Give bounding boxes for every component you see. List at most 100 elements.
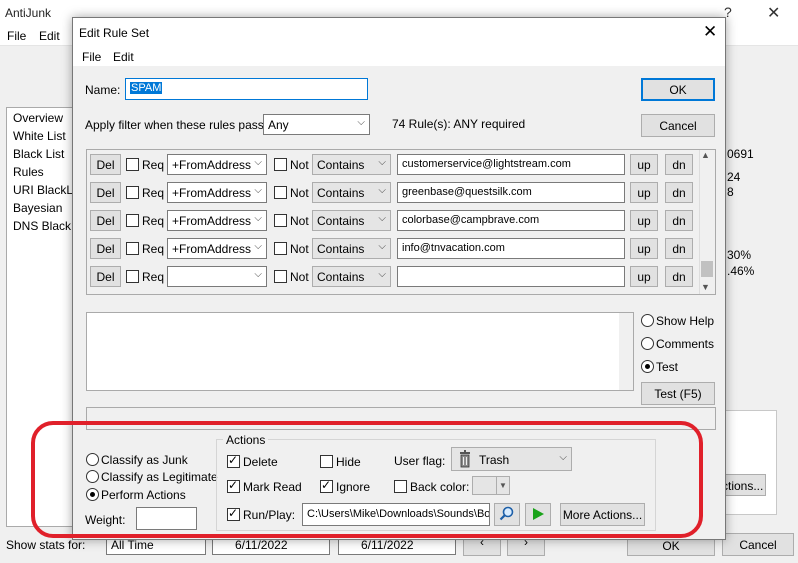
rule-operator-select[interactable]: Contains ⌵: [312, 238, 391, 259]
rule-not-label: Not: [290, 186, 309, 200]
rule-not-checkbox[interactable]: [274, 186, 287, 199]
comments-radio[interactable]: [641, 337, 654, 350]
test-radio[interactable]: [641, 360, 654, 373]
chevron-down-icon: ⌵: [254, 269, 262, 280]
dialog-menu-file[interactable]: File: [82, 50, 101, 64]
rule-operator-select[interactable]: Contains ⌵: [312, 182, 391, 203]
rule-required-checkbox[interactable]: [126, 186, 139, 199]
rule-not-label: Not: [290, 242, 309, 256]
rule-down-button[interactable]: dn: [665, 238, 693, 259]
rule-required-label: Req: [142, 270, 165, 284]
rules-scroll-thumb[interactable]: [701, 261, 713, 277]
rule-down-button[interactable]: dn: [665, 210, 693, 231]
rule-value-input[interactable]: [397, 266, 625, 287]
show-help-label: Show Help: [656, 314, 715, 328]
nav-item-rules[interactable]: Rules: [13, 165, 44, 179]
ok-button[interactable]: OK: [641, 78, 715, 101]
cancel-button[interactable]: Cancel: [641, 114, 715, 137]
rule-field-select[interactable]: +FromAddress ⌵: [167, 210, 267, 231]
chevron-down-icon: ⌵: [378, 185, 386, 196]
rule-not-label: Not: [290, 270, 309, 284]
chevron-down-icon: ⌵: [378, 213, 386, 224]
main-menu-file[interactable]: File: [7, 29, 26, 43]
main-right-box: [725, 410, 777, 515]
filter-select[interactable]: Any ⌵: [263, 114, 370, 135]
rule-operator-value: Contains: [317, 214, 365, 228]
rule-not-label: Not: [290, 214, 309, 228]
rule-down-button[interactable]: dn: [665, 266, 693, 287]
rule-operator-value: Contains: [317, 158, 365, 172]
rule-value-text: greenbase@questsilk.com: [402, 186, 532, 198]
dialog-close-icon[interactable]: ✕: [703, 23, 717, 40]
dialog-titlebar: [73, 18, 725, 48]
rule-required-checkbox[interactable]: [126, 270, 139, 283]
help-scrollbar[interactable]: [619, 313, 633, 390]
rule-up-button[interactable]: up: [630, 210, 658, 231]
rule-required-label: Req: [142, 242, 165, 256]
name-input[interactable]: SPAM: [125, 78, 368, 100]
rule-field-select[interactable]: ⌵: [167, 266, 267, 287]
rule-delete-button[interactable]: Del: [90, 210, 121, 231]
nav-item-white-list[interactable]: White List: [13, 129, 66, 143]
scroll-up-icon[interactable]: ▲: [701, 150, 710, 160]
stats-period-value: All Time: [111, 538, 154, 552]
rule-delete-button[interactable]: Del: [90, 154, 121, 175]
main-close-icon[interactable]: ✕: [767, 3, 780, 23]
rule-required-checkbox[interactable]: [126, 242, 139, 255]
rule-delete-button[interactable]: Del: [90, 266, 121, 287]
rule-value-text: colorbase@campbrave.com: [402, 214, 540, 226]
rule-required-label: Req: [142, 214, 165, 228]
filter-label: Apply filter when these rules pass:: [85, 118, 268, 132]
name-input-value: SPAM: [130, 82, 163, 94]
rule-value-input[interactable]: colorbase@campbrave.com: [397, 210, 625, 231]
rule-value-input[interactable]: customerservice@lightstream.com: [397, 154, 625, 175]
rule-not-checkbox[interactable]: [274, 158, 287, 171]
rule-not-checkbox[interactable]: [274, 270, 287, 283]
test-label: Test: [656, 360, 679, 374]
filter-select-value: Any: [268, 118, 289, 132]
main-actions-button[interactable]: ctions...: [722, 474, 766, 496]
show-help-radio[interactable]: [641, 314, 654, 327]
rule-up-button[interactable]: up: [630, 182, 658, 203]
main-cancel-button[interactable]: Cancel: [722, 533, 794, 556]
rules-summary: 74 Rule(s): ANY required: [392, 117, 526, 131]
rule-field-value: +FromAddress: [172, 242, 252, 256]
rule-delete-button[interactable]: Del: [90, 182, 121, 203]
nav-item-bayesian[interactable]: Bayesian: [13, 201, 62, 215]
rule-required-checkbox[interactable]: [126, 214, 139, 227]
rule-value-input[interactable]: greenbase@questsilk.com: [397, 182, 625, 203]
rule-operator-value: Contains: [317, 270, 365, 284]
rule-delete-button[interactable]: Del: [90, 238, 121, 259]
main-menu-edit[interactable]: Edit: [39, 29, 60, 43]
stat-value: 30%: [727, 248, 752, 262]
nav-item-black-list[interactable]: Black List: [13, 147, 64, 161]
rule-not-checkbox[interactable]: [274, 242, 287, 255]
rule-operator-value: Contains: [317, 186, 365, 200]
stat-value: 24: [727, 170, 741, 184]
rule-operator-select[interactable]: Contains ⌵: [312, 154, 391, 175]
rule-value-input[interactable]: info@tnvacation.com: [397, 238, 625, 259]
date-to-value: 6/11/2022: [361, 538, 414, 552]
rule-down-button[interactable]: dn: [665, 154, 693, 175]
nav-item-dns-blacklist[interactable]: DNS BlackList: [13, 219, 77, 233]
rule-up-button[interactable]: up: [630, 266, 658, 287]
rule-operator-select[interactable]: Contains ⌵: [312, 210, 391, 231]
nav-item-uri-blacklist[interactable]: URI BlackList: [13, 183, 77, 197]
rule-up-button[interactable]: up: [630, 154, 658, 175]
dialog-menu-edit[interactable]: Edit: [113, 50, 134, 64]
rule-required-checkbox[interactable]: [126, 158, 139, 171]
nav-item-overview[interactable]: Overview: [13, 111, 63, 125]
rule-operator-select[interactable]: Contains ⌵: [312, 266, 391, 287]
rule-down-button[interactable]: dn: [665, 182, 693, 203]
rule-up-button[interactable]: up: [630, 238, 658, 259]
rule-field-select[interactable]: +FromAddress ⌵: [167, 154, 267, 175]
rule-not-checkbox[interactable]: [274, 214, 287, 227]
help-text-area[interactable]: [86, 312, 634, 391]
rule-field-select[interactable]: +FromAddress ⌵: [167, 238, 267, 259]
rule-field-select[interactable]: +FromAddress ⌵: [167, 182, 267, 203]
scroll-down-icon[interactable]: ▼: [701, 282, 710, 292]
chevron-down-icon: ⌵: [357, 117, 365, 128]
chevron-down-icon: ⌵: [254, 213, 262, 224]
stat-value: .46%: [727, 264, 755, 278]
test-button[interactable]: Test (F5): [641, 382, 715, 405]
